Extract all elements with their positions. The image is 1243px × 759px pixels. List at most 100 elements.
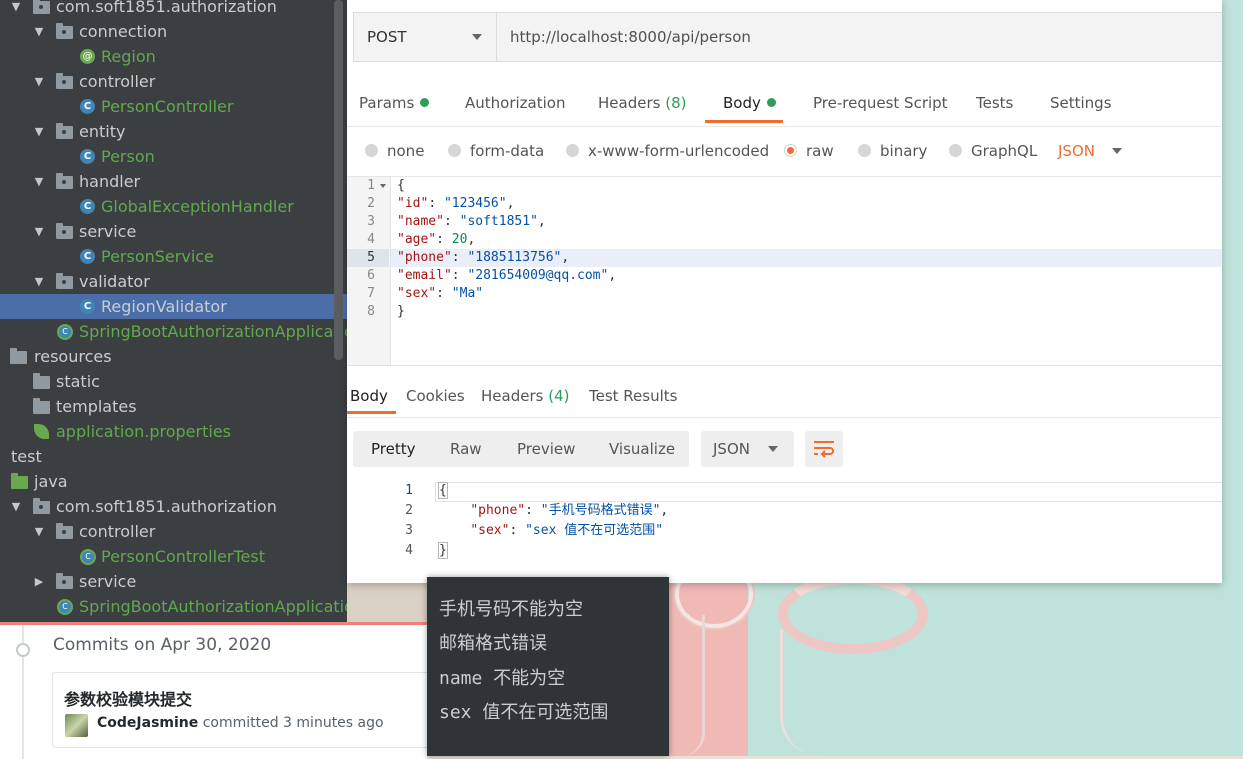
expand-arrow-icon[interactable]: ▼ — [33, 169, 45, 194]
current-line-highlight — [435, 482, 1222, 502]
radio-none[interactable]: none — [365, 128, 424, 176]
tab-label: Tests — [976, 94, 1014, 112]
tree-item-label: service — [79, 222, 137, 241]
tree-item-label: controller — [79, 522, 156, 541]
package-folder-icon — [56, 123, 73, 139]
tree-item-package[interactable]: ▼ entity — [0, 119, 347, 144]
request-body-editor[interactable]: 1 2 3 4 5 6 7 8 { "id": "123456", "name"… — [347, 177, 1222, 366]
tree-item-folder[interactable]: test — [0, 444, 347, 469]
commit-message-link[interactable]: 参数校验模块提交 — [64, 686, 192, 710]
radio-binary[interactable]: binary — [858, 128, 927, 176]
tab-response-body[interactable]: Body — [347, 367, 396, 414]
radio-icon — [448, 144, 461, 157]
expand-arrow-icon[interactable]: ▼ — [10, 494, 22, 519]
commit-author-link[interactable]: CodeJasmine — [97, 715, 198, 731]
body-format-label: JSON — [1058, 142, 1095, 160]
tree-item-package[interactable]: ▼ handler — [0, 169, 347, 194]
tree-item-label: Region — [101, 47, 156, 66]
expand-arrow-icon[interactable]: ▼ — [10, 0, 22, 19]
tree-item-package[interactable]: ▼ com.soft1851.authorization — [0, 0, 347, 19]
json-value: 20 — [451, 232, 468, 247]
tree-item-package[interactable]: ▼ com.soft1851.authorization — [0, 494, 347, 519]
tree-item-file[interactable]: @ Region — [0, 44, 347, 69]
class-icon: C — [80, 99, 95, 114]
expand-arrow-icon[interactable]: ▼ — [33, 69, 45, 94]
body-format-select[interactable]: JSON — [1058, 128, 1122, 176]
code-line: "phone": "1885113756", — [397, 250, 570, 265]
tree-item-file[interactable]: application.properties — [0, 419, 347, 444]
fold-arrow-icon[interactable] — [380, 184, 386, 188]
json-value: "123456" — [443, 196, 507, 211]
collapse-arrow-icon[interactable]: ▶ — [33, 569, 45, 594]
tree-item-file[interactable]: C PersonControllerTest — [0, 544, 347, 569]
class-icon: C — [80, 149, 95, 164]
expand-arrow-icon[interactable]: ▼ — [33, 19, 45, 44]
view-visualize-button[interactable]: Visualize — [609, 431, 675, 467]
view-pretty-button[interactable]: Pretty — [371, 431, 416, 467]
expand-arrow-icon[interactable]: ▼ — [33, 219, 45, 244]
tree-item-file-selected[interactable]: C RegionValidator — [0, 294, 347, 319]
tree-item-file[interactable]: C Person — [0, 144, 347, 169]
json-key: "sex" — [470, 523, 510, 538]
tab-params[interactable]: Params — [359, 80, 430, 126]
expand-arrow-icon[interactable]: ▼ — [33, 269, 45, 294]
tree-item-package[interactable]: ▼ validator — [0, 269, 347, 294]
folder-icon — [33, 373, 50, 389]
avatar[interactable] — [65, 714, 88, 737]
tree-item-package[interactable]: ▼ controller — [0, 519, 347, 544]
json-key: "age" — [397, 232, 437, 247]
radio-icon — [566, 144, 579, 157]
tab-authorization[interactable]: Authorization — [465, 80, 565, 126]
package-folder-icon — [56, 73, 73, 89]
tab-headers[interactable]: Headers (8) — [598, 80, 686, 126]
commits-panel: Commits on Apr 30, 2020 参数校验模块提交 CodeJas… — [0, 622, 444, 759]
radio-urlencoded[interactable]: x-www-form-urlencoded — [566, 128, 769, 176]
package-folder-icon — [56, 173, 73, 189]
tab-response-headers[interactable]: Headers (4) — [481, 367, 569, 417]
url-input[interactable]: http://localhost:8000/api/person — [510, 13, 751, 61]
tree-item-package[interactable]: ▼ controller — [0, 69, 347, 94]
tree-item-file[interactable]: C PersonController — [0, 94, 347, 119]
tree-item-file[interactable]: C PersonService — [0, 244, 347, 269]
tree-item-package[interactable]: ▼ service — [0, 219, 347, 244]
commit-node-icon — [16, 643, 30, 657]
line-number: 1 — [405, 483, 413, 498]
commit-card[interactable]: 参数校验模块提交 CodeJasmine committed 3 minutes… — [52, 672, 444, 748]
expand-arrow-icon[interactable]: ▼ — [33, 119, 45, 144]
tree-item-folder[interactable]: static — [0, 369, 347, 394]
radio-label: x-www-form-urlencoded — [588, 142, 770, 160]
radio-form-data[interactable]: form-data — [448, 128, 544, 176]
tree-item-package[interactable]: ▼ connection — [0, 19, 347, 44]
code-line: { — [438, 481, 448, 501]
tree-item-file[interactable]: C GlobalExceptionHandler — [0, 194, 347, 219]
tree-item-label: handler — [79, 172, 141, 191]
response-format-select[interactable]: JSON — [701, 431, 794, 467]
tab-body[interactable]: Body — [705, 80, 783, 123]
radio-raw[interactable]: raw — [784, 128, 834, 176]
radio-graphql[interactable]: GraphQL — [949, 128, 1037, 176]
view-raw-button[interactable]: Raw — [450, 431, 482, 467]
view-preview-button[interactable]: Preview — [517, 431, 575, 467]
tab-test-results[interactable]: Test Results — [589, 367, 677, 417]
expand-arrow-icon[interactable]: ▼ — [33, 519, 45, 544]
tree-scrollbar[interactable] — [334, 0, 343, 360]
tree-item-file[interactable]: C SpringBootAuthorizationApplication — [0, 319, 347, 344]
tab-settings[interactable]: Settings — [1050, 80, 1112, 126]
source-folder-icon — [11, 473, 28, 489]
tree-item-label: test — [11, 447, 42, 466]
response-body-viewer[interactable]: 1 2 3 4 { "phone": "手机号码格式错误", "sex": "s… — [347, 480, 1222, 580]
json-key: "phone" — [470, 503, 526, 518]
tree-item-folder[interactable]: java — [0, 469, 347, 494]
tree-item-package[interactable]: ▶ service — [0, 569, 347, 594]
tree-item-folder[interactable]: templates — [0, 394, 347, 419]
tree-item-file[interactable]: C SpringBootAuthorizationApplication — [0, 594, 347, 619]
method-select[interactable]: POST — [354, 13, 497, 61]
tab-cookies[interactable]: Cookies — [406, 367, 465, 417]
tree-item-folder[interactable]: resources — [0, 344, 347, 369]
wrap-lines-button[interactable] — [805, 431, 843, 467]
tab-prerequest-script[interactable]: Pre-request Script — [813, 80, 948, 126]
tab-tests[interactable]: Tests — [976, 80, 1013, 126]
package-folder-icon — [56, 523, 73, 539]
class-icon: C — [80, 199, 95, 214]
console-line: name 不能为空 — [439, 668, 566, 689]
